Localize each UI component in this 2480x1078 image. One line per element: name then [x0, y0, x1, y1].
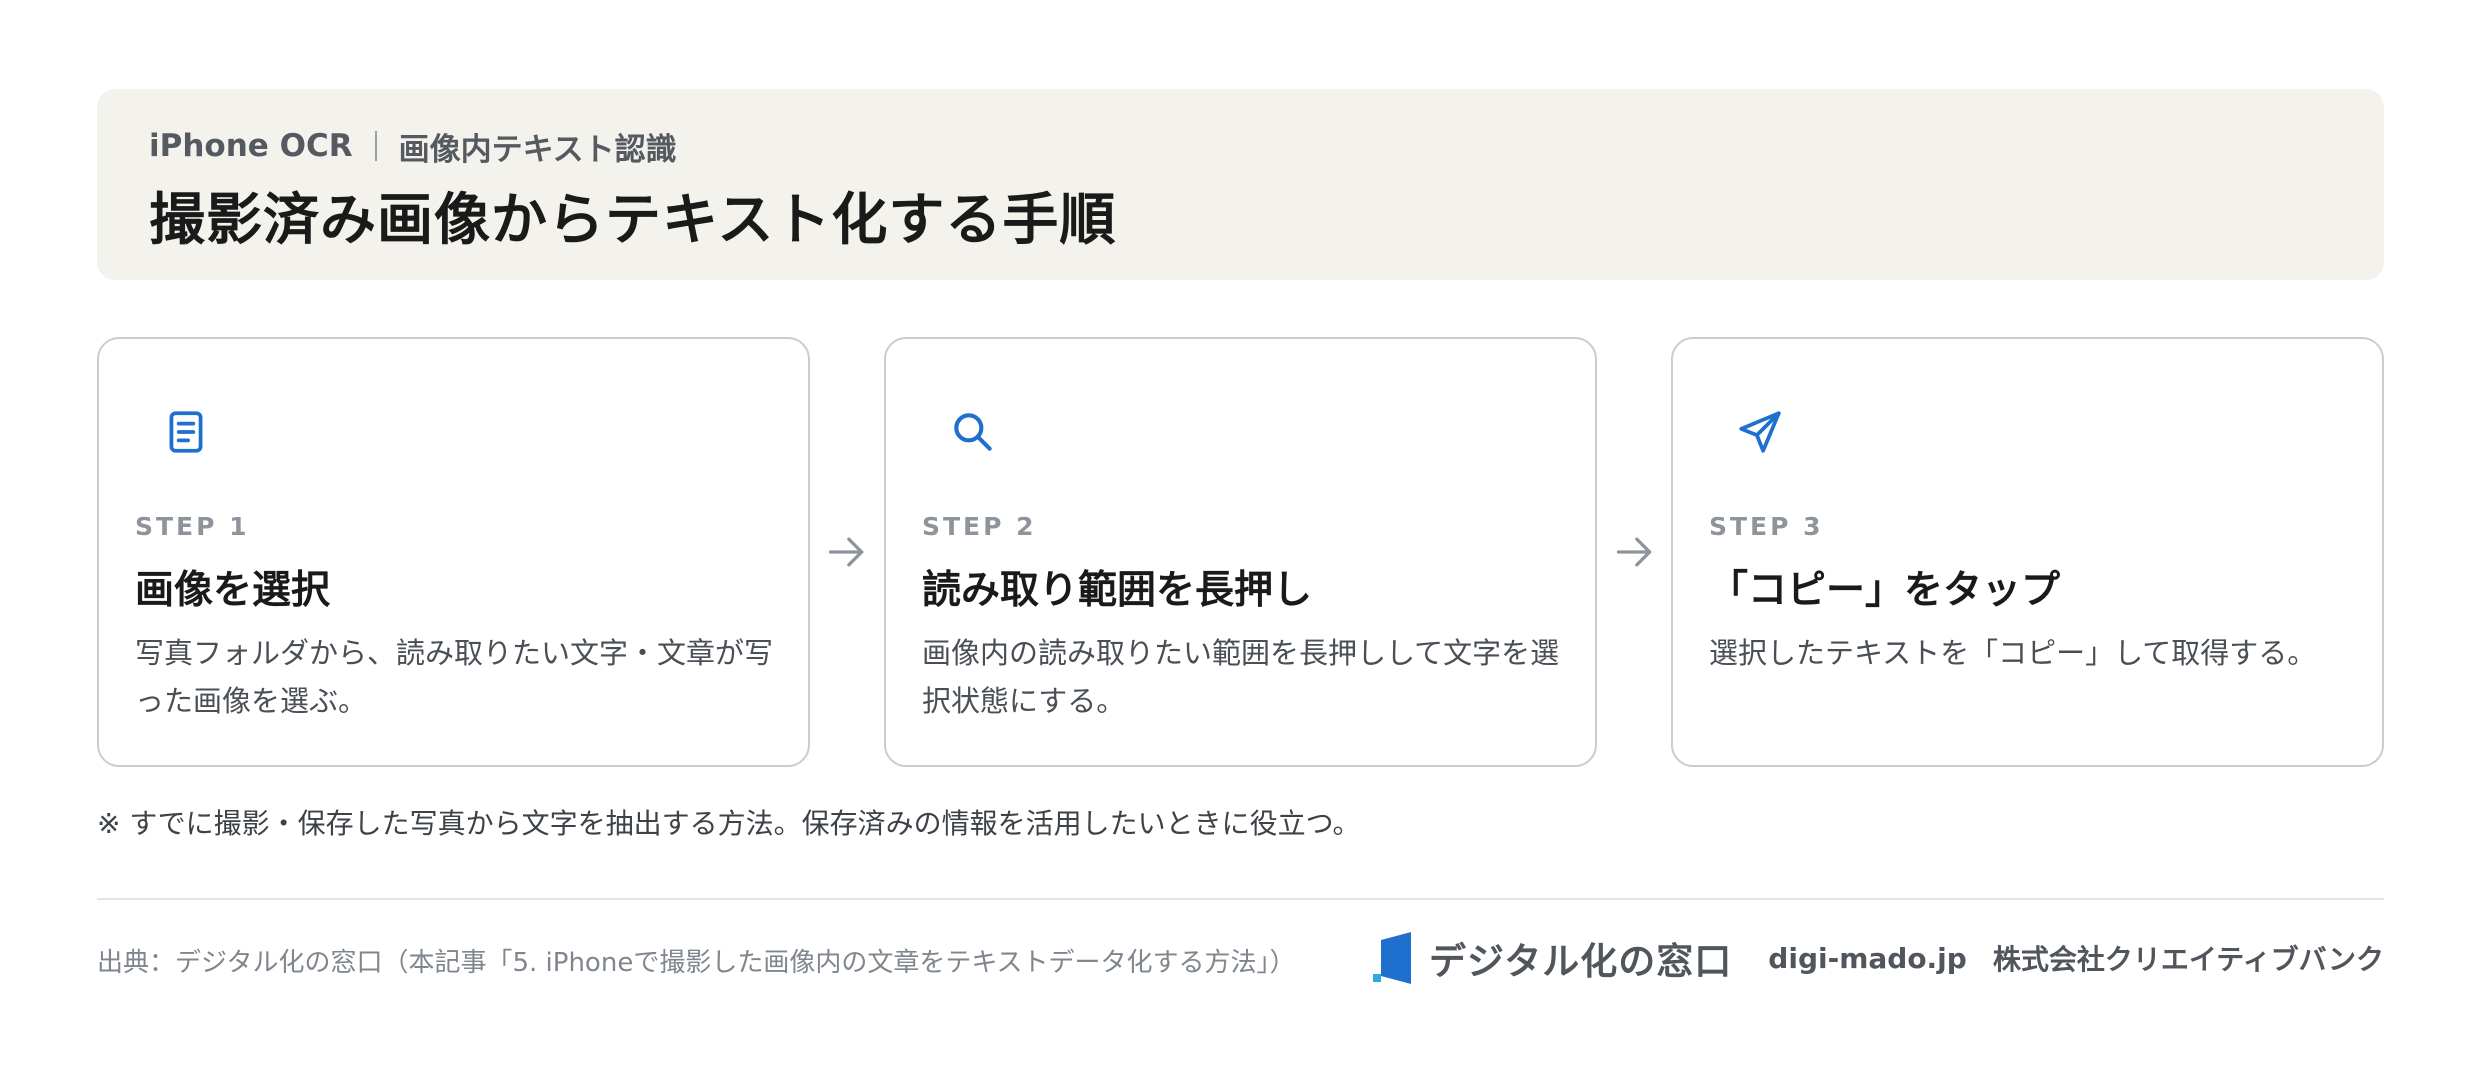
divider	[97, 898, 2384, 900]
step-heading: 「コピー」をタップ	[1709, 568, 2061, 613]
step-label: STEP 3	[1709, 512, 1824, 541]
step-heading: 読み取り範囲を長押し	[922, 568, 1313, 613]
brand-domain: digi-mado.jp	[1768, 941, 1967, 975]
brand-logo-icon	[1373, 932, 1412, 984]
step-card-3: STEP 3 「コピー」をタップ 選択したテキストを「コピー」して取得する。	[1671, 337, 2384, 767]
footnote: ※ すでに撮影・保存した写真から文字を抽出する方法。保存済みの情報を活用したいと…	[97, 807, 1361, 840]
brand-block: デジタル化の窓口 digi-mado.jp 株式会社クリエイティブバンク	[1371, 930, 2384, 986]
send-icon	[1739, 411, 1781, 453]
eyebrow-divider	[374, 131, 377, 161]
eyebrow-topic: 画像内テキスト認識	[398, 131, 677, 168]
step-label: STEP 2	[922, 512, 1037, 541]
document-icon	[169, 411, 203, 453]
eyebrow: iPhone OCR 画像内テキスト認識	[149, 124, 2332, 168]
arrow-right-icon	[828, 537, 864, 567]
step-label: STEP 1	[135, 512, 250, 541]
eyebrow-product: iPhone OCR	[149, 128, 353, 164]
step-description: 選択したテキストを「コピー」して取得する。	[1709, 636, 2317, 670]
step-description: 画像内の読み取りたい範囲を長押しして文字を選択状態にする。	[922, 636, 1560, 718]
source-citation: 出典：デジタル化の窓口（本記事「5. iPhoneで撮影した画像内の文章をテキス…	[97, 948, 1296, 978]
arrow-right-icon	[1616, 537, 1652, 567]
company-name: 株式会社クリエイティブバンク	[1992, 943, 2384, 976]
brand-name: デジタル化の窓口	[1429, 940, 1733, 983]
step-heading: 画像を選択	[135, 568, 331, 613]
step-description: 写真フォルダから、読み取りたい文字・文章が写った画像を選ぶ。	[135, 636, 774, 718]
steps-flow: STEP 1 画像を選択 写真フォルダから、読み取りたい文字・文章が写った画像を…	[97, 337, 2384, 767]
page: iPhone OCR 画像内テキスト認識 撮影済み画像からテキスト化する手順 S…	[0, 0, 2480, 1078]
search-icon	[954, 413, 992, 451]
step-card-1: STEP 1 画像を選択 写真フォルダから、読み取りたい文字・文章が写った画像を…	[97, 337, 810, 767]
header-banner: iPhone OCR 画像内テキスト認識 撮影済み画像からテキスト化する手順	[97, 89, 2384, 280]
page-title: 撮影済み画像からテキスト化する手順	[149, 188, 1117, 253]
step-card-2: STEP 2 読み取り範囲を長押し 画像内の読み取りたい範囲を長押しして文字を選…	[884, 337, 1597, 767]
